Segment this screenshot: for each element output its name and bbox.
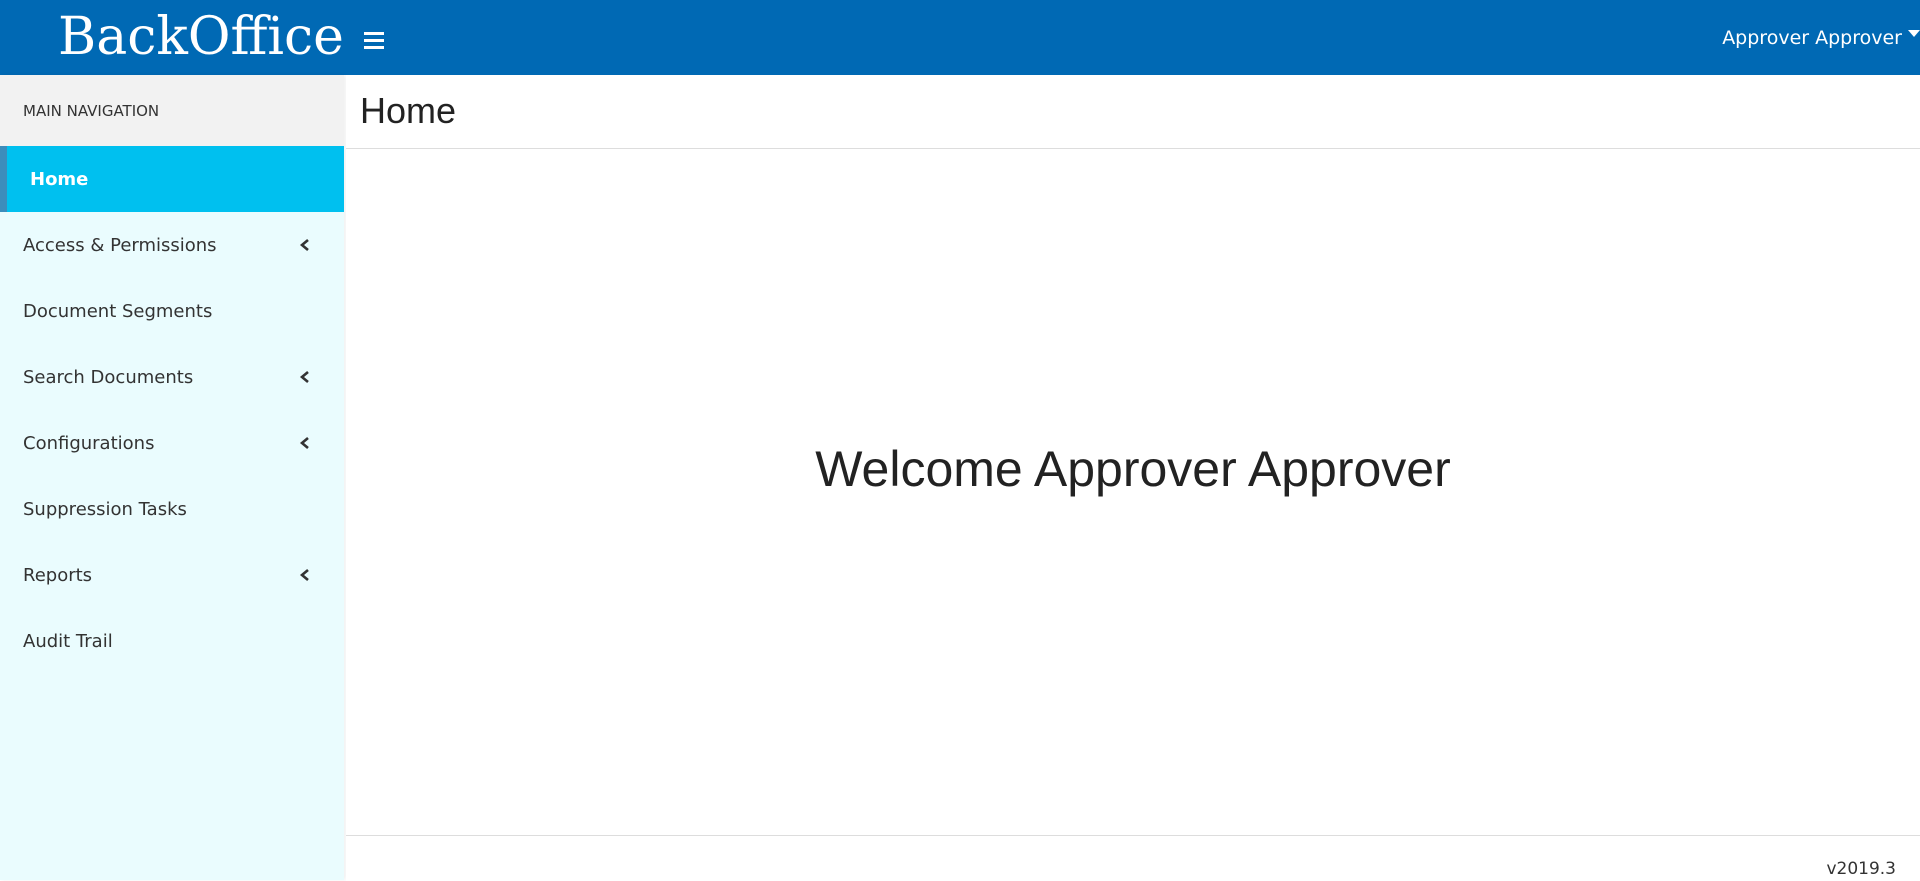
footer: v2019.3	[346, 835, 1920, 881]
sidebar-item-access-permissions[interactable]: Access & Permissions	[0, 212, 344, 278]
content-header: Home	[346, 75, 1920, 149]
chevron-left-icon	[299, 569, 309, 581]
version-label: v2019.3	[1826, 859, 1896, 879]
sidebar: MAIN NAVIGATION Home Access & Permission…	[0, 75, 344, 880]
chevron-left-icon	[299, 371, 309, 383]
caret-down-icon	[1908, 30, 1920, 37]
user-name: Approver Approver	[1722, 26, 1902, 49]
top-navbar: BackOffice Approver Approver	[0, 0, 1920, 75]
sidebar-item-home[interactable]: Home	[0, 146, 344, 212]
sidebar-item-label: Reports	[23, 564, 93, 586]
sidebar-item-search-documents[interactable]: Search Documents	[0, 344, 344, 410]
hamburger-icon[interactable]	[362, 28, 390, 52]
sidebar-item-configurations[interactable]: Configurations	[0, 410, 344, 476]
chevron-left-icon	[299, 437, 309, 449]
main-content: Welcome Approver Approver	[346, 149, 1920, 835]
sidebar-item-label: Home	[30, 168, 89, 190]
sidebar-item-reports[interactable]: Reports	[0, 542, 344, 608]
sidebar-item-audit-trail[interactable]: Audit Trail	[0, 608, 344, 674]
sidebar-item-label: Suppression Tasks	[23, 498, 187, 520]
sidebar-item-label: Search Documents	[23, 366, 194, 388]
sidebar-item-label: Document Segments	[23, 300, 213, 322]
sidebar-item-label: Access & Permissions	[23, 234, 217, 256]
user-dropdown[interactable]: Approver Approver	[1722, 0, 1920, 75]
sidebar-item-label: Audit Trail	[23, 630, 113, 652]
sidebar-item-document-segments[interactable]: Document Segments	[0, 278, 344, 344]
sidebar-item-suppression-tasks[interactable]: Suppression Tasks	[0, 476, 344, 542]
chevron-left-icon	[299, 239, 309, 251]
welcome-message: Welcome Approver Approver	[815, 441, 1451, 497]
sidebar-item-label: Configurations	[23, 432, 155, 454]
page-title: Home	[360, 90, 457, 131]
nav-header: MAIN NAVIGATION	[0, 75, 344, 146]
brand-logo[interactable]: BackOffice	[58, 4, 344, 70]
